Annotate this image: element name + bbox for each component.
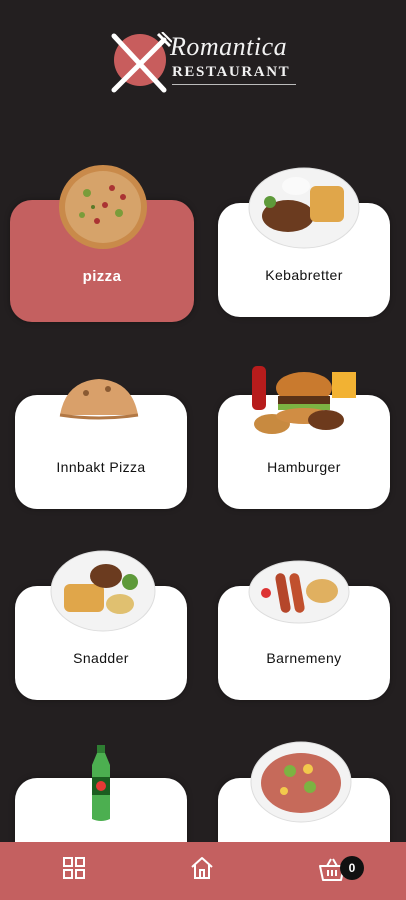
snack-plate-image bbox=[50, 550, 156, 632]
category-label: Hamburger bbox=[267, 459, 341, 475]
fork-knife-icon bbox=[111, 32, 172, 93]
kids-menu-plate-image bbox=[248, 560, 350, 624]
category-label: Innbakt Pizza bbox=[56, 459, 146, 475]
soda-bottle-image bbox=[92, 745, 110, 821]
grid-icon[interactable] bbox=[61, 855, 91, 885]
pizza-image bbox=[59, 165, 147, 249]
category-label: Barnemeny bbox=[266, 650, 342, 666]
category-label: Kebabretter bbox=[265, 267, 343, 283]
category-label: Snadder bbox=[73, 650, 129, 666]
logo-divider bbox=[172, 84, 296, 85]
hamburger-meal-image bbox=[252, 366, 356, 434]
brand-script-name: Romantica bbox=[170, 32, 288, 61]
category-label: pizza bbox=[82, 268, 122, 285]
kebab-plate-image bbox=[248, 167, 360, 249]
home-icon[interactable] bbox=[189, 855, 219, 885]
salad-plate-image bbox=[250, 741, 352, 823]
calzone-image bbox=[59, 379, 139, 420]
brand-sub-name: RESTAURANT bbox=[172, 64, 291, 80]
restaurant-logo: Romantica RESTAURANT bbox=[108, 32, 308, 96]
cart-count-badge: 0 bbox=[340, 856, 364, 880]
app-header: Romantica RESTAURANT bbox=[0, 0, 406, 120]
